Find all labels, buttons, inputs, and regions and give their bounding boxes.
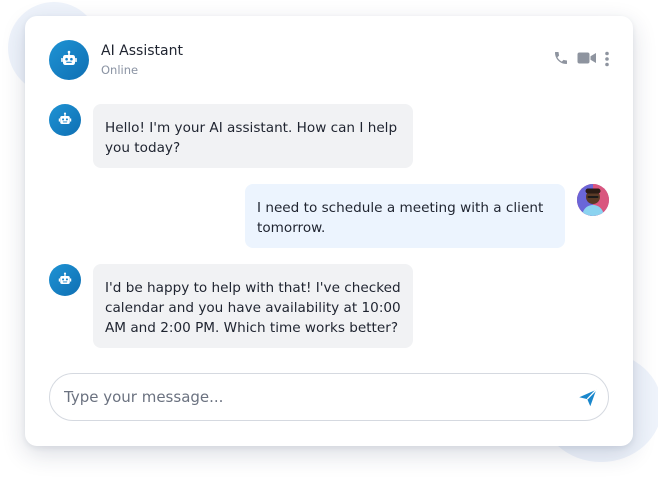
chat-title: AI Assistant <box>101 43 183 59</box>
robot-icon <box>58 112 72 124</box>
bot-message: I'd be happy to help with that! I've che… <box>93 264 413 348</box>
send-icon[interactable] <box>577 387 599 409</box>
assistant-avatar <box>49 40 89 80</box>
user-photo <box>577 184 609 216</box>
bot-message: Hello! I'm your AI assistant. How can I … <box>93 104 413 168</box>
chat-window: AI Assistant Online Hello! I'm your AI a… <box>25 16 633 446</box>
status-text: Online <box>101 63 139 77</box>
robot-icon <box>58 272 72 284</box>
bot-message-avatar <box>49 264 81 296</box>
user-avatar <box>577 184 609 216</box>
robot-icon <box>61 50 77 65</box>
bot-message-avatar <box>49 104 81 136</box>
message-input[interactable] <box>64 374 554 420</box>
phone-icon[interactable] <box>553 50 569 66</box>
user-message: I need to schedule a meeting with a clie… <box>245 184 565 248</box>
more-vertical-icon[interactable] <box>603 51 611 67</box>
video-icon[interactable] <box>577 51 597 65</box>
message-composer <box>49 373 609 421</box>
